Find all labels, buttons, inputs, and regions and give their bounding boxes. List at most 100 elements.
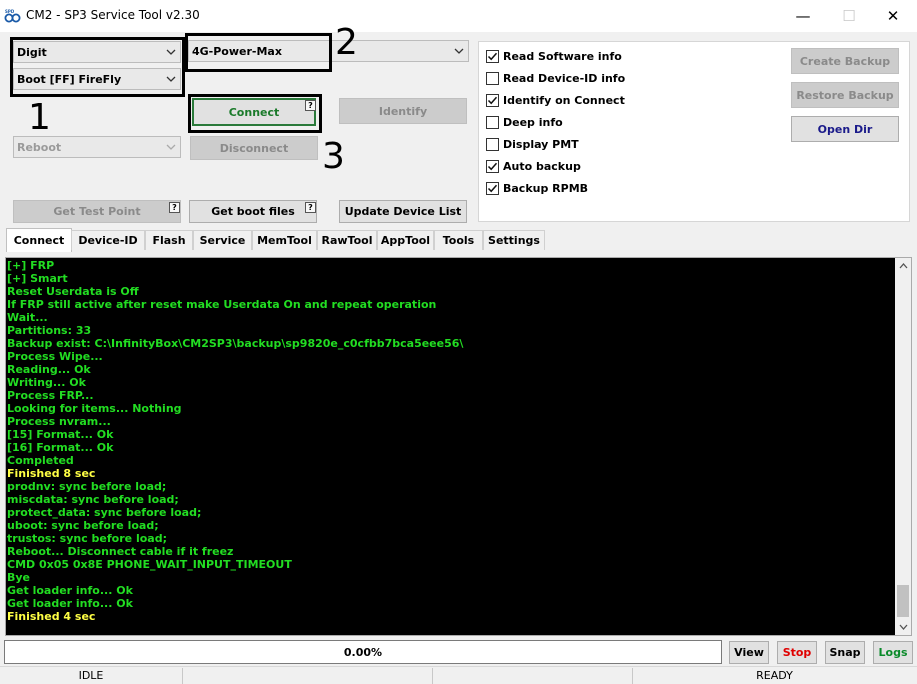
log-line: [+] FRP — [7, 259, 55, 272]
status-divider — [432, 668, 433, 684]
log-lines: [+] FRP [+] Smart Reset Userdata is Off If … — [7, 259, 887, 623]
progress-bar: 0.00% — [4, 640, 722, 664]
reboot-select[interactable]: Reboot — [13, 136, 181, 158]
log-line: Process FRP... — [7, 389, 94, 402]
option-backup-rpmb[interactable]: Backup RPMB — [486, 180, 588, 196]
logs-button[interactable]: Logs — [873, 641, 913, 664]
log-line: Writing... Ok — [7, 376, 86, 389]
log-line: CMD 0x05 0x8E PHONE_WAIT_INPUT_TIMEOUT — [7, 558, 292, 571]
option-auto-backup[interactable]: Auto backup — [486, 158, 581, 174]
log-line: Reading... Ok — [7, 363, 91, 376]
scroll-down-icon[interactable] — [895, 619, 911, 635]
tab-memtool[interactable]: MemTool — [252, 230, 317, 250]
log-line: [16] Format... Ok — [7, 441, 114, 454]
boot-files-help-icon[interactable]: ? — [305, 202, 316, 213]
tab-device-id[interactable]: Device-ID — [71, 230, 145, 250]
annotation-box-1 — [10, 37, 185, 97]
checkbox-checked-icon[interactable] — [486, 49, 499, 63]
identify-button[interactable]: Identify — [339, 98, 467, 124]
snap-button[interactable]: Snap — [825, 641, 865, 664]
logs-button-label: Logs — [878, 646, 908, 659]
status-right: READY — [756, 669, 793, 682]
close-button[interactable]: ✕ — [870, 0, 916, 32]
log-line: Finished 8 sec — [7, 467, 96, 480]
log-line: Get loader info... Ok — [7, 597, 133, 610]
option-display-pmt[interactable]: Display PMT — [486, 136, 579, 152]
get-boot-files-button[interactable]: Get boot files — [189, 200, 317, 223]
stop-button[interactable]: Stop — [777, 641, 817, 664]
log-line: Completed — [7, 454, 74, 467]
log-line: Finished 4 sec — [7, 610, 96, 623]
option-label: Deep info — [503, 115, 563, 129]
annotation-number-3: 3 — [322, 136, 345, 177]
log-line: If FRP still active after reset make Use… — [7, 298, 437, 311]
tab-flash[interactable]: Flash — [145, 230, 193, 250]
test-point-help-icon[interactable]: ? — [169, 202, 180, 213]
option-label: Display PMT — [503, 137, 579, 151]
log-line: protect_data: sync before load; — [7, 506, 202, 519]
reboot-select-value: Reboot — [17, 140, 62, 154]
log-line: prodnv: sync before load; — [7, 480, 167, 493]
annotation-box-3 — [188, 94, 322, 133]
minimize-button[interactable]: — — [780, 0, 826, 32]
create-backup-label: Create Backup — [799, 54, 891, 68]
checkbox-checked-icon[interactable] — [486, 159, 499, 173]
log-line: Partitions: 33 — [7, 324, 92, 337]
tab-rawtool[interactable]: RawTool — [317, 230, 377, 250]
window-title: CM2 - SP3 Service Tool v2.30 — [26, 8, 200, 22]
log-line: uboot: sync before load; — [7, 519, 159, 532]
option-deep-info[interactable]: Deep info — [486, 114, 563, 130]
checkbox-icon[interactable] — [486, 71, 499, 85]
option-read-software-info[interactable]: Read Software info — [486, 48, 622, 64]
log-line: Process Wipe... — [7, 350, 103, 363]
tab-tools[interactable]: Tools — [434, 230, 483, 250]
log-line: Looking for items... Nothing — [7, 402, 182, 415]
maximize-button[interactable]: ☐ — [826, 0, 872, 32]
logo-label: SPD — [5, 9, 15, 14]
log-line: [+] Smart — [7, 272, 68, 285]
chevron-down-icon — [454, 46, 464, 56]
option-read-device-id-info[interactable]: Read Device-ID info — [486, 70, 625, 86]
annotation-number-1: 1 — [28, 97, 51, 138]
option-label: Identify on Connect — [503, 93, 625, 107]
tab-service[interactable]: Service — [193, 230, 252, 250]
restore-backup-label: Restore Backup — [796, 88, 894, 102]
checkbox-checked-icon[interactable] — [486, 93, 499, 107]
chevron-down-icon — [166, 142, 176, 152]
option-label: Read Software info — [503, 49, 622, 63]
snap-button-label: Snap — [829, 646, 861, 659]
checkbox-checked-icon[interactable] — [486, 181, 499, 195]
checkbox-icon[interactable] — [486, 115, 499, 129]
disconnect-button-label: Disconnect — [219, 141, 289, 155]
identify-button-label: Identify — [378, 104, 428, 118]
tab-settings[interactable]: Settings — [483, 230, 545, 250]
log-line: [15] Format... Ok — [7, 428, 114, 441]
log-line: Reboot... Disconnect cable if it freez — [7, 545, 234, 558]
status-left: IDLE — [78, 669, 104, 682]
view-button-label: View — [734, 646, 764, 659]
update-device-list-button[interactable]: Update Device List — [339, 200, 467, 223]
open-dir-label: Open Dir — [817, 122, 873, 136]
connect-help-icon[interactable]: ? — [305, 100, 316, 111]
app-logo-icon: SPD — [4, 8, 22, 24]
option-identify-on-connect[interactable]: Identify on Connect — [486, 92, 625, 108]
create-backup-button[interactable]: Create Backup — [791, 48, 899, 74]
view-button[interactable]: View — [729, 641, 769, 664]
scroll-up-icon[interactable] — [895, 258, 911, 274]
option-label: Auto backup — [503, 159, 581, 173]
disconnect-button[interactable]: Disconnect — [190, 136, 318, 160]
get-test-point-label: Get Test Point — [53, 205, 141, 218]
checkbox-icon[interactable] — [486, 137, 499, 151]
log-line: Bye — [7, 571, 31, 584]
get-test-point-button[interactable]: Get Test Point — [13, 200, 181, 223]
tab-apptool[interactable]: AppTool — [377, 230, 434, 250]
log-line: Reset Userdata is Off — [7, 285, 139, 298]
log-line: miscdata: sync before load; — [7, 493, 179, 506]
open-dir-button[interactable]: Open Dir — [791, 116, 899, 142]
update-device-list-label: Update Device List — [344, 205, 462, 218]
scroll-thumb[interactable] — [897, 585, 909, 617]
tab-connect[interactable]: Connect — [6, 228, 72, 252]
restore-backup-button[interactable]: Restore Backup — [791, 82, 899, 108]
log-scrollbar[interactable] — [895, 258, 911, 635]
annotation-box-2 — [185, 33, 332, 72]
